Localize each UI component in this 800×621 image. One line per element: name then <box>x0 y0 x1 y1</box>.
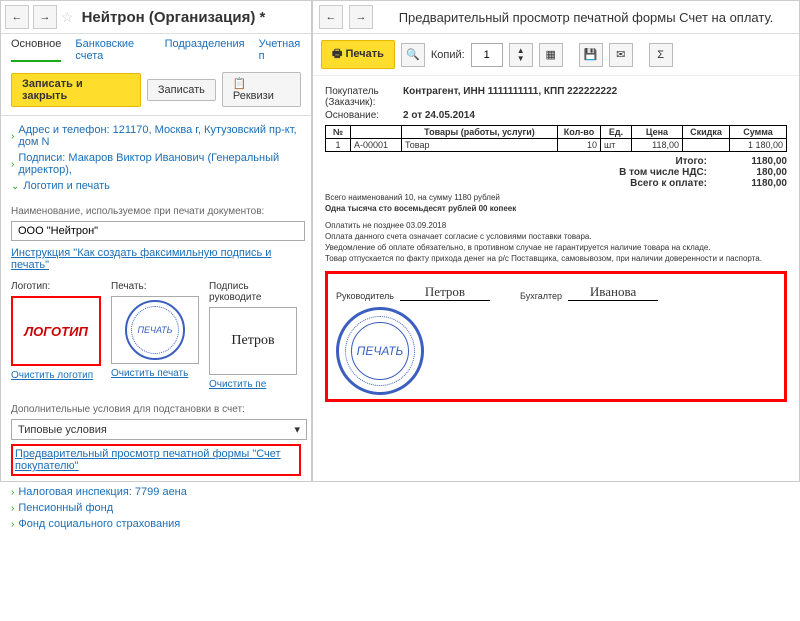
tab-acct[interactable]: Учетная п <box>259 38 301 62</box>
basis-label: Основание: <box>325 110 397 121</box>
tab-dept[interactable]: Подразделения <box>165 38 245 62</box>
right-toolbar: ← → Предварительный просмотр печатной фо… <box>313 1 799 34</box>
items-table: № Товары (работы, услуги) Кол-во Ед. Цен… <box>325 125 787 152</box>
chevron-right-icon: › <box>11 503 14 514</box>
tree-tax[interactable]: › Налоговая инспекция: 7799 аена <box>11 484 301 500</box>
tabs-bar: Основное Банковские счета Подразделения … <box>1 34 311 66</box>
preview-title: Предварительный просмотр печатной формы … <box>379 6 793 29</box>
tree-logo[interactable]: ⌄ Логотип и печать <box>11 178 301 194</box>
tree-pens-text: Пенсионный фонд <box>18 502 113 514</box>
head-label: Руководитель <box>336 291 394 301</box>
copies-input[interactable] <box>471 43 503 67</box>
clear-logo-link[interactable]: Очистить логотип <box>11 370 101 381</box>
save-close-button[interactable]: Записать и закрыть <box>11 73 141 107</box>
fine3: Уведомление об оплате обязательно, в про… <box>325 243 787 252</box>
fine2: Оплата данного счета означает согласие с… <box>325 232 787 241</box>
fine1: Оплатить не позднее 03.09.2018 <box>325 221 787 230</box>
tab-main[interactable]: Основное <box>11 38 61 62</box>
cond-value: Типовые условия <box>18 424 107 436</box>
spinner-up-icon[interactable]: ▲▼ <box>509 43 533 67</box>
tree-signs[interactable]: › Подписи: Макаров Виктор Иванович (Генер… <box>11 150 301 178</box>
summary1: Всего наименований 10, на сумму 1180 руб… <box>325 193 787 202</box>
tree-logo-text: Логотип и печать <box>23 180 109 192</box>
stamp-icon: ПЕЧАТЬ <box>125 300 185 360</box>
save-file-button[interactable]: 💾 <box>579 43 603 67</box>
fine4: Товар отпускается по факту прихода денег… <box>325 254 787 263</box>
buyer-label: Покупатель (Заказчик): <box>325 86 397 108</box>
tab-bank[interactable]: Банковские счета <box>75 38 150 62</box>
zoom-button[interactable]: 🔍 <box>401 43 425 67</box>
sign-thumb[interactable]: Петров <box>209 307 297 375</box>
back-button-r[interactable]: ← <box>319 5 343 29</box>
name-input[interactable] <box>11 221 305 241</box>
dropdown-icon: ▾ <box>294 423 300 436</box>
cond-hint: Дополнительные условия для подстановки в… <box>11 404 301 415</box>
basis-value: 2 от 24.05.2014 <box>403 110 475 121</box>
left-toolbar: ← → ☆ Нейтрон (Организация) * <box>1 1 311 34</box>
table-row: 1 А-00001 Товар 10 шт 118,00 1 180,00 <box>326 139 787 152</box>
summary2: Одна тысяча сто восемьдесят рублей 00 ко… <box>325 204 787 213</box>
instruction-link[interactable]: Инструкция "Как создать факсимильную под… <box>11 247 271 271</box>
forward-button[interactable]: → <box>33 5 57 29</box>
save-button[interactable]: Записать <box>147 79 216 101</box>
tree-pens[interactable]: › Пенсионный фонд <box>11 500 301 516</box>
tree-address[interactable]: › Адрес и телефон: 121170, Москва г, Куту… <box>11 122 301 150</box>
forward-button-r[interactable]: → <box>349 5 373 29</box>
clear-stamp-link[interactable]: Очистить печать <box>111 368 199 379</box>
page-title: Нейтрон (Организация) * <box>82 9 266 26</box>
tree-soc-text: Фонд социального страхования <box>18 518 180 530</box>
copies-label: Копий: <box>431 49 465 61</box>
mail-button[interactable]: ✉ <box>609 43 633 67</box>
preview-link[interactable]: Предварительный просмотр печатной формы … <box>15 448 281 472</box>
name-hint: Наименование, используемое при печати до… <box>11 206 301 217</box>
totals-block: Итого:1180,00 В том числе НДС:180,00 Все… <box>325 156 787 189</box>
stamp-thumb[interactable]: ПЕЧАТЬ <box>111 296 199 364</box>
tree-signs-text: Подписи: Макаров Виктор Иванович (Генера… <box>18 152 301 176</box>
requisites-label: Реквизи <box>233 90 274 102</box>
cond-select[interactable]: Типовые условия ▾ <box>11 419 307 440</box>
stamp-big-icon: ПЕЧАТЬ <box>336 307 424 395</box>
chevron-right-icon: › <box>11 159 14 170</box>
sigma-button[interactable]: Σ <box>649 43 673 67</box>
clear-sign-link[interactable]: Очистить пе <box>209 379 301 390</box>
chevron-down-icon: ⌄ <box>11 181 19 192</box>
tree-soc[interactable]: › Фонд социального страхования <box>11 516 301 532</box>
document-preview: Покупатель (Заказчик): Контрагент, ИНН 11… <box>313 76 799 410</box>
acc-sign: Иванова <box>568 284 658 301</box>
sign-text: Петров <box>231 333 274 349</box>
requisites-button[interactable]: 📋 Реквизи <box>222 72 301 107</box>
chevron-right-icon: › <box>11 519 14 530</box>
acc-label: Бухгалтер <box>520 291 562 301</box>
stamp-label: Печать: <box>111 281 199 292</box>
sign-label: Подпись руководите <box>209 281 301 303</box>
logo-label: Логотип: <box>11 281 101 292</box>
tree-tax-text: Налоговая инспекция: 7799 аена <box>18 486 187 498</box>
logo-thumb[interactable]: ЛОГОТИП <box>11 296 101 366</box>
head-sign: Петров <box>400 284 490 301</box>
logo-text: ЛОГОТИП <box>24 324 88 339</box>
template-button[interactable]: ▦ <box>539 43 563 67</box>
chevron-right-icon: › <box>11 487 14 498</box>
favorite-icon[interactable]: ☆ <box>61 9 74 26</box>
tree-address-text: Адрес и телефон: 121170, Москва г, Кутуз… <box>18 124 301 148</box>
back-button[interactable]: ← <box>5 5 29 29</box>
signatures-area: Руководитель Петров Бухгалтер Иванова ПЕЧА… <box>325 271 787 402</box>
buyer-value: Контрагент, ИНН 1111111111, КПП 22222222… <box>403 86 617 108</box>
chevron-right-icon: › <box>11 131 14 142</box>
print-button[interactable]: 🖶 Печать <box>321 40 395 69</box>
